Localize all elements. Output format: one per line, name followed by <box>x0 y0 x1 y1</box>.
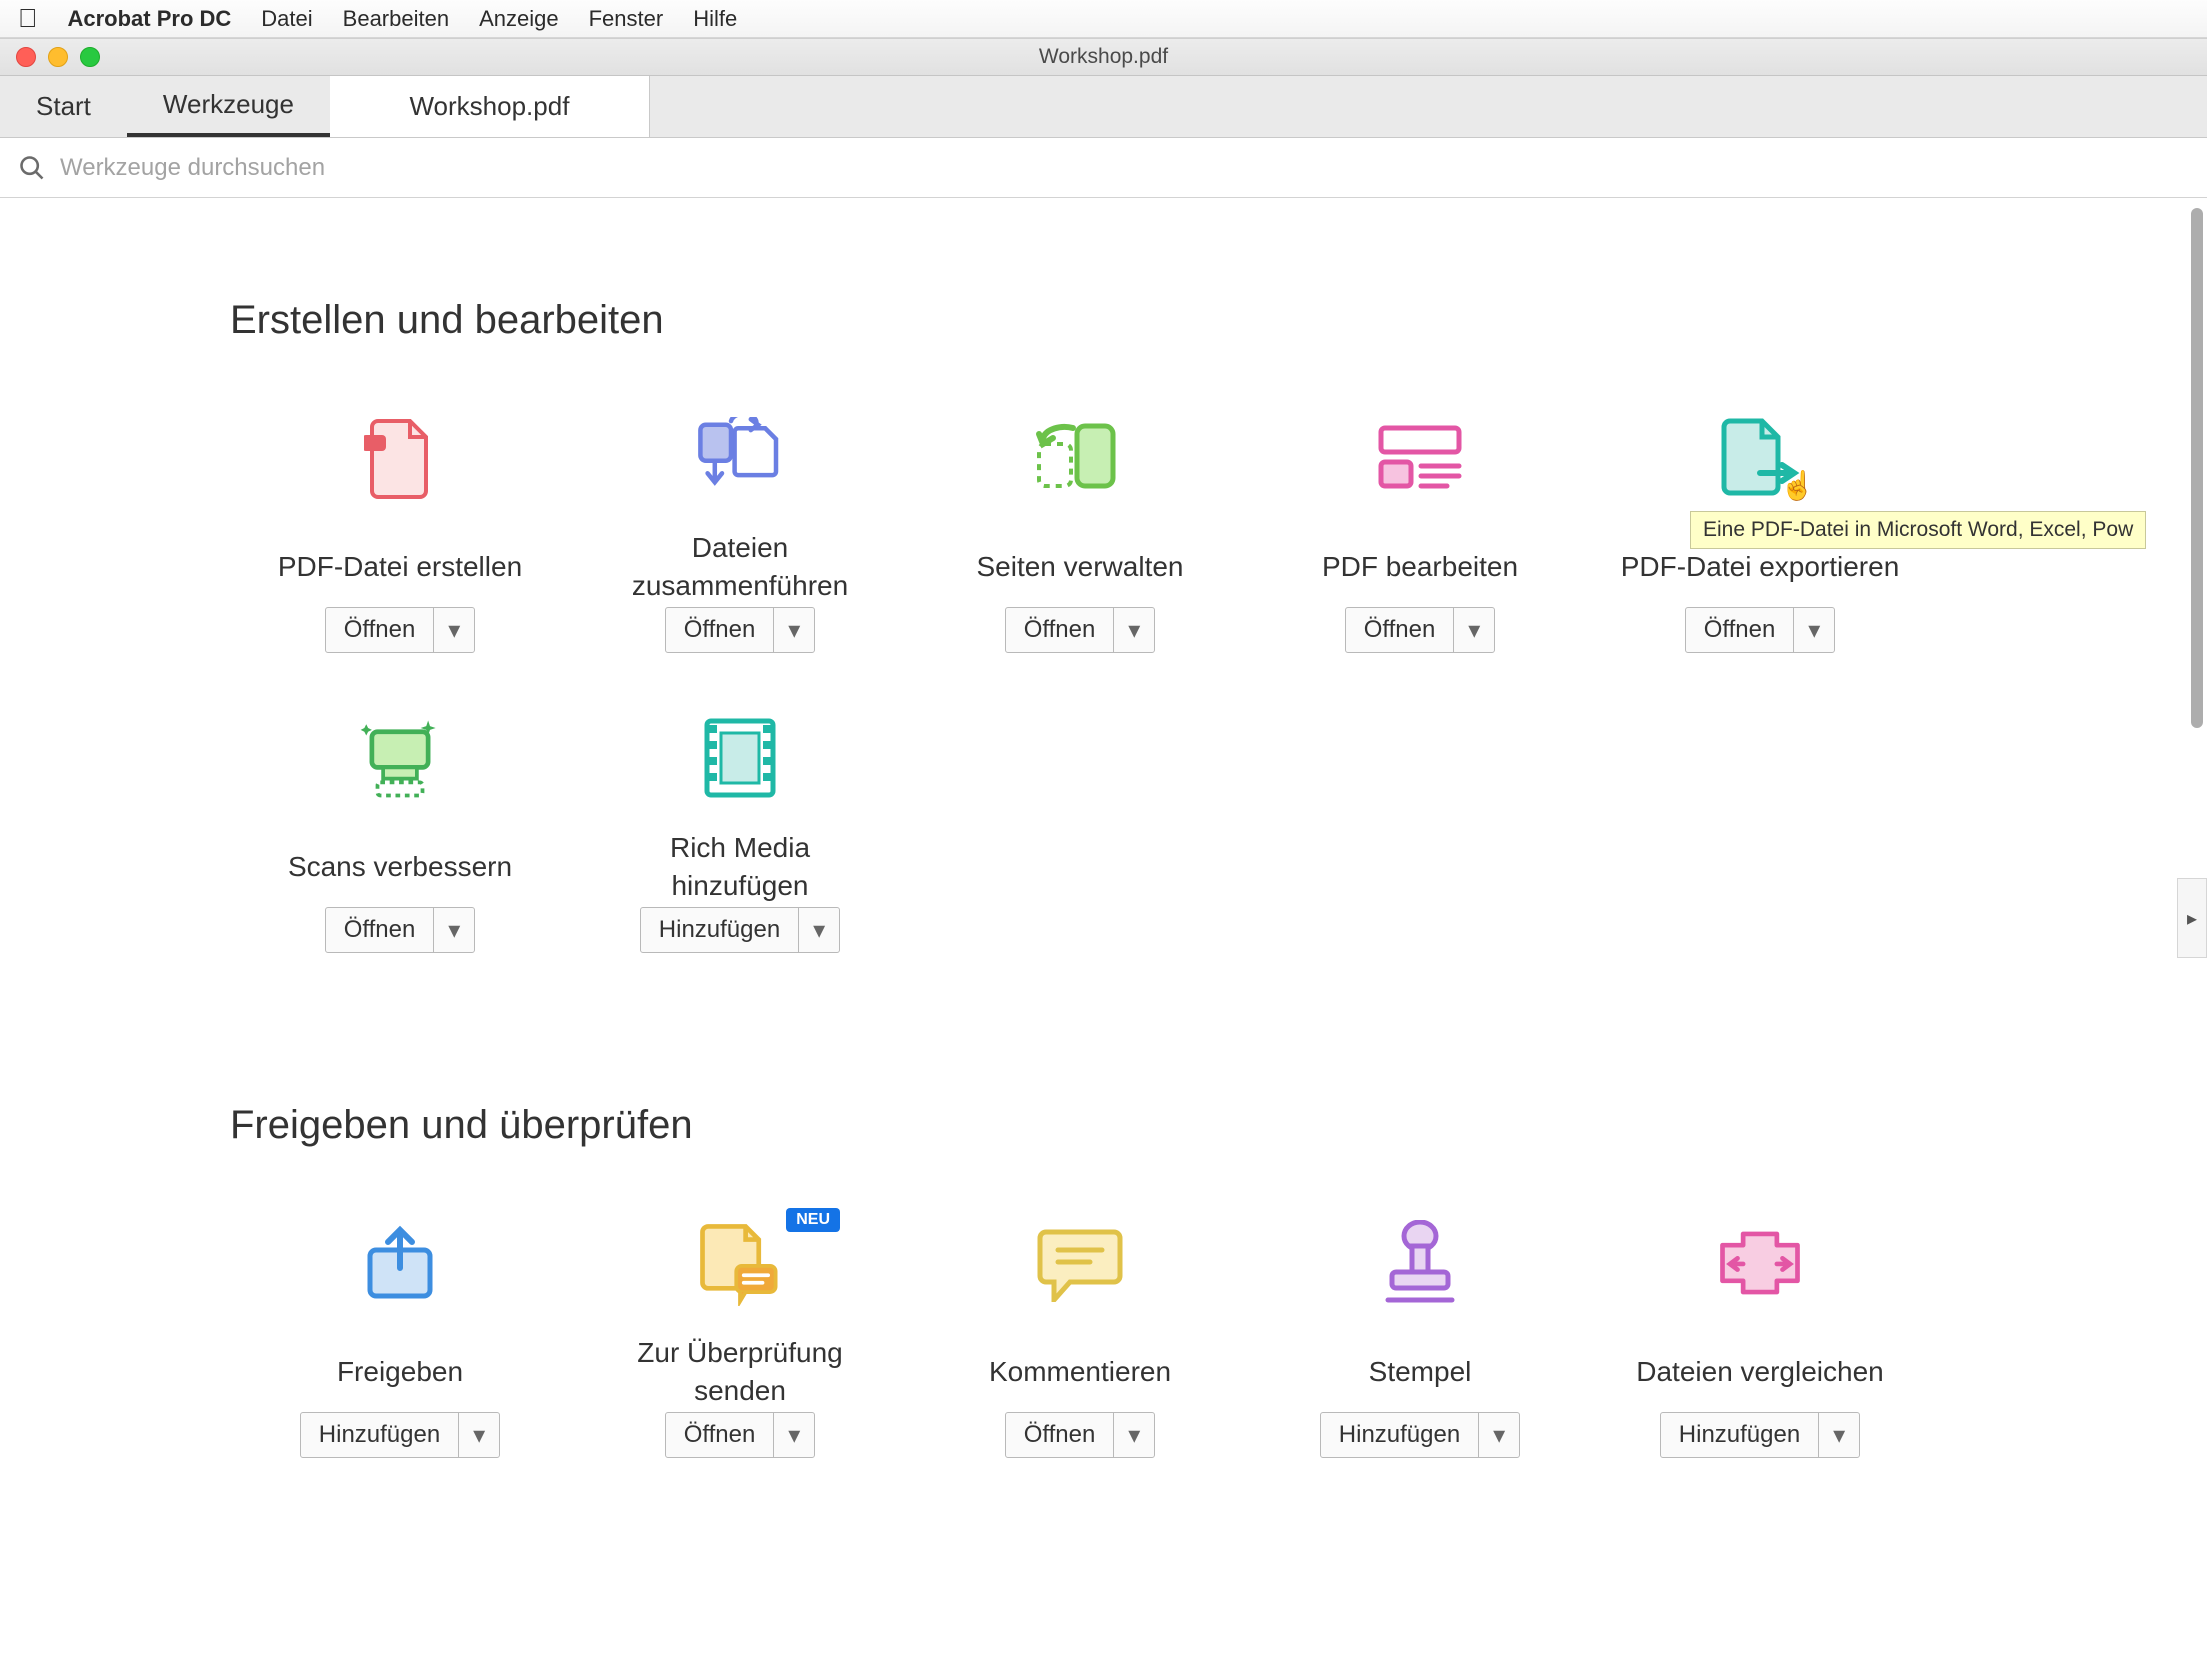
scrollbar-thumb[interactable] <box>2191 208 2203 728</box>
add-button[interactable]: Hinzufügen ▾ <box>1320 1412 1520 1458</box>
open-button-main[interactable]: Öffnen <box>666 1413 775 1457</box>
dropdown-arrow-icon[interactable]: ▾ <box>799 908 839 952</box>
dropdown-arrow-icon[interactable]: ▾ <box>1114 1413 1154 1457</box>
search-icon <box>18 154 46 182</box>
apple-icon:  <box>18 3 38 34</box>
tool-organize-pages[interactable]: Seiten verwalten Öffnen ▾ <box>910 413 1250 653</box>
tool-comment[interactable]: Kommentieren Öffnen ▾ <box>910 1218 1250 1458</box>
comment-icon <box>1035 1218 1125 1308</box>
tool-label: Freigeben <box>337 1332 463 1412</box>
enhance-scans-icon <box>355 713 445 803</box>
tab-werkzeuge[interactable]: Werkzeuge <box>127 76 330 137</box>
add-button-main[interactable]: Hinzufügen <box>1661 1413 1819 1457</box>
menu-bearbeiten[interactable]: Bearbeiten <box>343 6 449 32</box>
create-tools-grid: PDF-Datei erstellen Öffnen ▾ <box>230 413 1977 953</box>
open-button[interactable]: Öffnen ▾ <box>1005 607 1156 653</box>
section-create-title: Erstellen und bearbeiten <box>230 298 1977 343</box>
tool-compare[interactable]: Dateien vergleichen Hinzufügen ▾ <box>1590 1218 1930 1458</box>
tool-label: Seiten verwalten <box>976 527 1183 607</box>
tool-share[interactable]: Freigeben Hinzufügen ▾ <box>230 1218 570 1458</box>
rich-media-icon <box>695 713 785 803</box>
tool-label: Kommentieren <box>989 1332 1171 1412</box>
compare-icon <box>1715 1218 1805 1308</box>
open-button-main[interactable]: Öffnen <box>326 608 435 652</box>
edit-pdf-icon <box>1375 413 1465 503</box>
open-button-main[interactable]: Öffnen <box>666 608 775 652</box>
dropdown-arrow-icon[interactable]: ▾ <box>1794 608 1834 652</box>
document-tabs: Start Werkzeuge Workshop.pdf <box>0 76 2207 138</box>
dropdown-arrow-icon[interactable]: ▾ <box>434 908 474 952</box>
add-button-main[interactable]: Hinzufügen <box>301 1413 459 1457</box>
open-button-main[interactable]: Öffnen <box>1006 1413 1115 1457</box>
tool-label: Dateien vergleichen <box>1636 1332 1884 1412</box>
chevron-right-icon: ▸ <box>2187 906 2197 931</box>
tool-label: Stempel <box>1369 1332 1472 1412</box>
add-button[interactable]: Hinzufügen ▾ <box>640 907 840 953</box>
tab-document[interactable]: Workshop.pdf <box>330 76 650 137</box>
app-name[interactable]: Acrobat Pro DC <box>68 6 232 32</box>
dropdown-arrow-icon[interactable]: ▾ <box>774 608 814 652</box>
tool-label: Rich Media hinzufügen <box>600 827 880 907</box>
tool-label: PDF bearbeiten <box>1322 527 1518 607</box>
dropdown-arrow-icon[interactable]: ▾ <box>1819 1413 1859 1457</box>
dropdown-arrow-icon[interactable]: ▾ <box>1454 608 1494 652</box>
open-button[interactable]: Öffnen ▾ <box>1345 607 1496 653</box>
tool-label: Scans verbessern <box>288 827 512 907</box>
open-button[interactable]: Öffnen ▾ <box>1005 1412 1156 1458</box>
tool-label: PDF-Datei erstellen <box>278 527 522 607</box>
dropdown-arrow-icon[interactable]: ▾ <box>1114 608 1154 652</box>
new-badge: NEU <box>786 1208 840 1232</box>
open-button[interactable]: Öffnen ▾ <box>325 907 476 953</box>
tool-create-pdf[interactable]: PDF-Datei erstellen Öffnen ▾ <box>230 413 570 653</box>
open-button-main[interactable]: Öffnen <box>1006 608 1115 652</box>
menu-hilfe[interactable]: Hilfe <box>693 6 737 32</box>
add-button-main[interactable]: Hinzufügen <box>641 908 799 952</box>
dropdown-arrow-icon[interactable]: ▾ <box>459 1413 499 1457</box>
stamp-icon <box>1375 1218 1465 1308</box>
menu-anzeige[interactable]: Anzeige <box>479 6 559 32</box>
dropdown-arrow-icon[interactable]: ▾ <box>434 608 474 652</box>
tool-send-review[interactable]: NEU Zur Überprüfung senden Öffnen ▾ <box>570 1218 910 1458</box>
expand-pane-button[interactable]: ▸ <box>2177 878 2207 958</box>
section-share-title: Freigeben und überprüfen <box>230 1103 1977 1148</box>
menu-fenster[interactable]: Fenster <box>589 6 664 32</box>
open-button[interactable]: Öffnen ▾ <box>665 607 816 653</box>
open-button[interactable]: Öffnen ▾ <box>1685 607 1836 653</box>
tools-searchbar <box>0 138 2207 198</box>
tool-label: Dateien zusammenführen <box>600 527 880 607</box>
add-button-main[interactable]: Hinzufügen <box>1321 1413 1479 1457</box>
menu-datei[interactable]: Datei <box>261 6 312 32</box>
export-pdf-icon <box>1715 413 1805 503</box>
create-pdf-icon <box>355 413 445 503</box>
dropdown-arrow-icon[interactable]: ▾ <box>1479 1413 1519 1457</box>
add-button[interactable]: Hinzufügen ▾ <box>1660 1412 1860 1458</box>
tool-rich-media[interactable]: Rich Media hinzufügen Hinzufügen ▾ <box>570 713 910 953</box>
window-title: Workshop.pdf <box>0 45 2207 69</box>
share-icon <box>355 1218 445 1308</box>
tool-combine-files[interactable]: Dateien zusammenführen Öffnen ▾ <box>570 413 910 653</box>
open-button-main[interactable]: Öffnen <box>1346 608 1455 652</box>
tab-start[interactable]: Start <box>0 76 127 137</box>
open-button[interactable]: Öffnen ▾ <box>325 607 476 653</box>
open-button-main[interactable]: Öffnen <box>326 908 435 952</box>
macos-menubar:  Acrobat Pro DC Datei Bearbeiten Anzeig… <box>0 0 2207 38</box>
dropdown-arrow-icon[interactable]: ▾ <box>774 1413 814 1457</box>
open-button-main[interactable]: Öffnen <box>1686 608 1795 652</box>
share-tools-grid: Freigeben Hinzufügen ▾ NEU <box>230 1218 1977 1458</box>
tools-panel: Erstellen und bearbeiten PDF-Datei erste… <box>0 198 2207 1666</box>
open-button[interactable]: Öffnen ▾ <box>665 1412 816 1458</box>
send-review-icon <box>695 1218 785 1308</box>
tool-enhance-scans[interactable]: Scans verbessern Öffnen ▾ <box>230 713 570 953</box>
window-titlebar: Workshop.pdf <box>0 38 2207 76</box>
tool-stamp[interactable]: Stempel Hinzufügen ▾ <box>1250 1218 1590 1458</box>
search-input[interactable] <box>60 154 2189 182</box>
add-button[interactable]: Hinzufügen ▾ <box>300 1412 500 1458</box>
tool-edit-pdf[interactable]: PDF bearbeiten Öffnen ▾ <box>1250 413 1590 653</box>
tool-export-pdf[interactable]: ☝️ Eine PDF-Datei in Microsoft Word, Exc… <box>1590 413 1930 653</box>
organize-pages-icon <box>1035 413 1125 503</box>
tool-label: Zur Überprüfung senden <box>600 1332 880 1412</box>
combine-files-icon <box>695 413 785 503</box>
export-tooltip: Eine PDF-Datei in Microsoft Word, Excel,… <box>1690 511 2146 549</box>
